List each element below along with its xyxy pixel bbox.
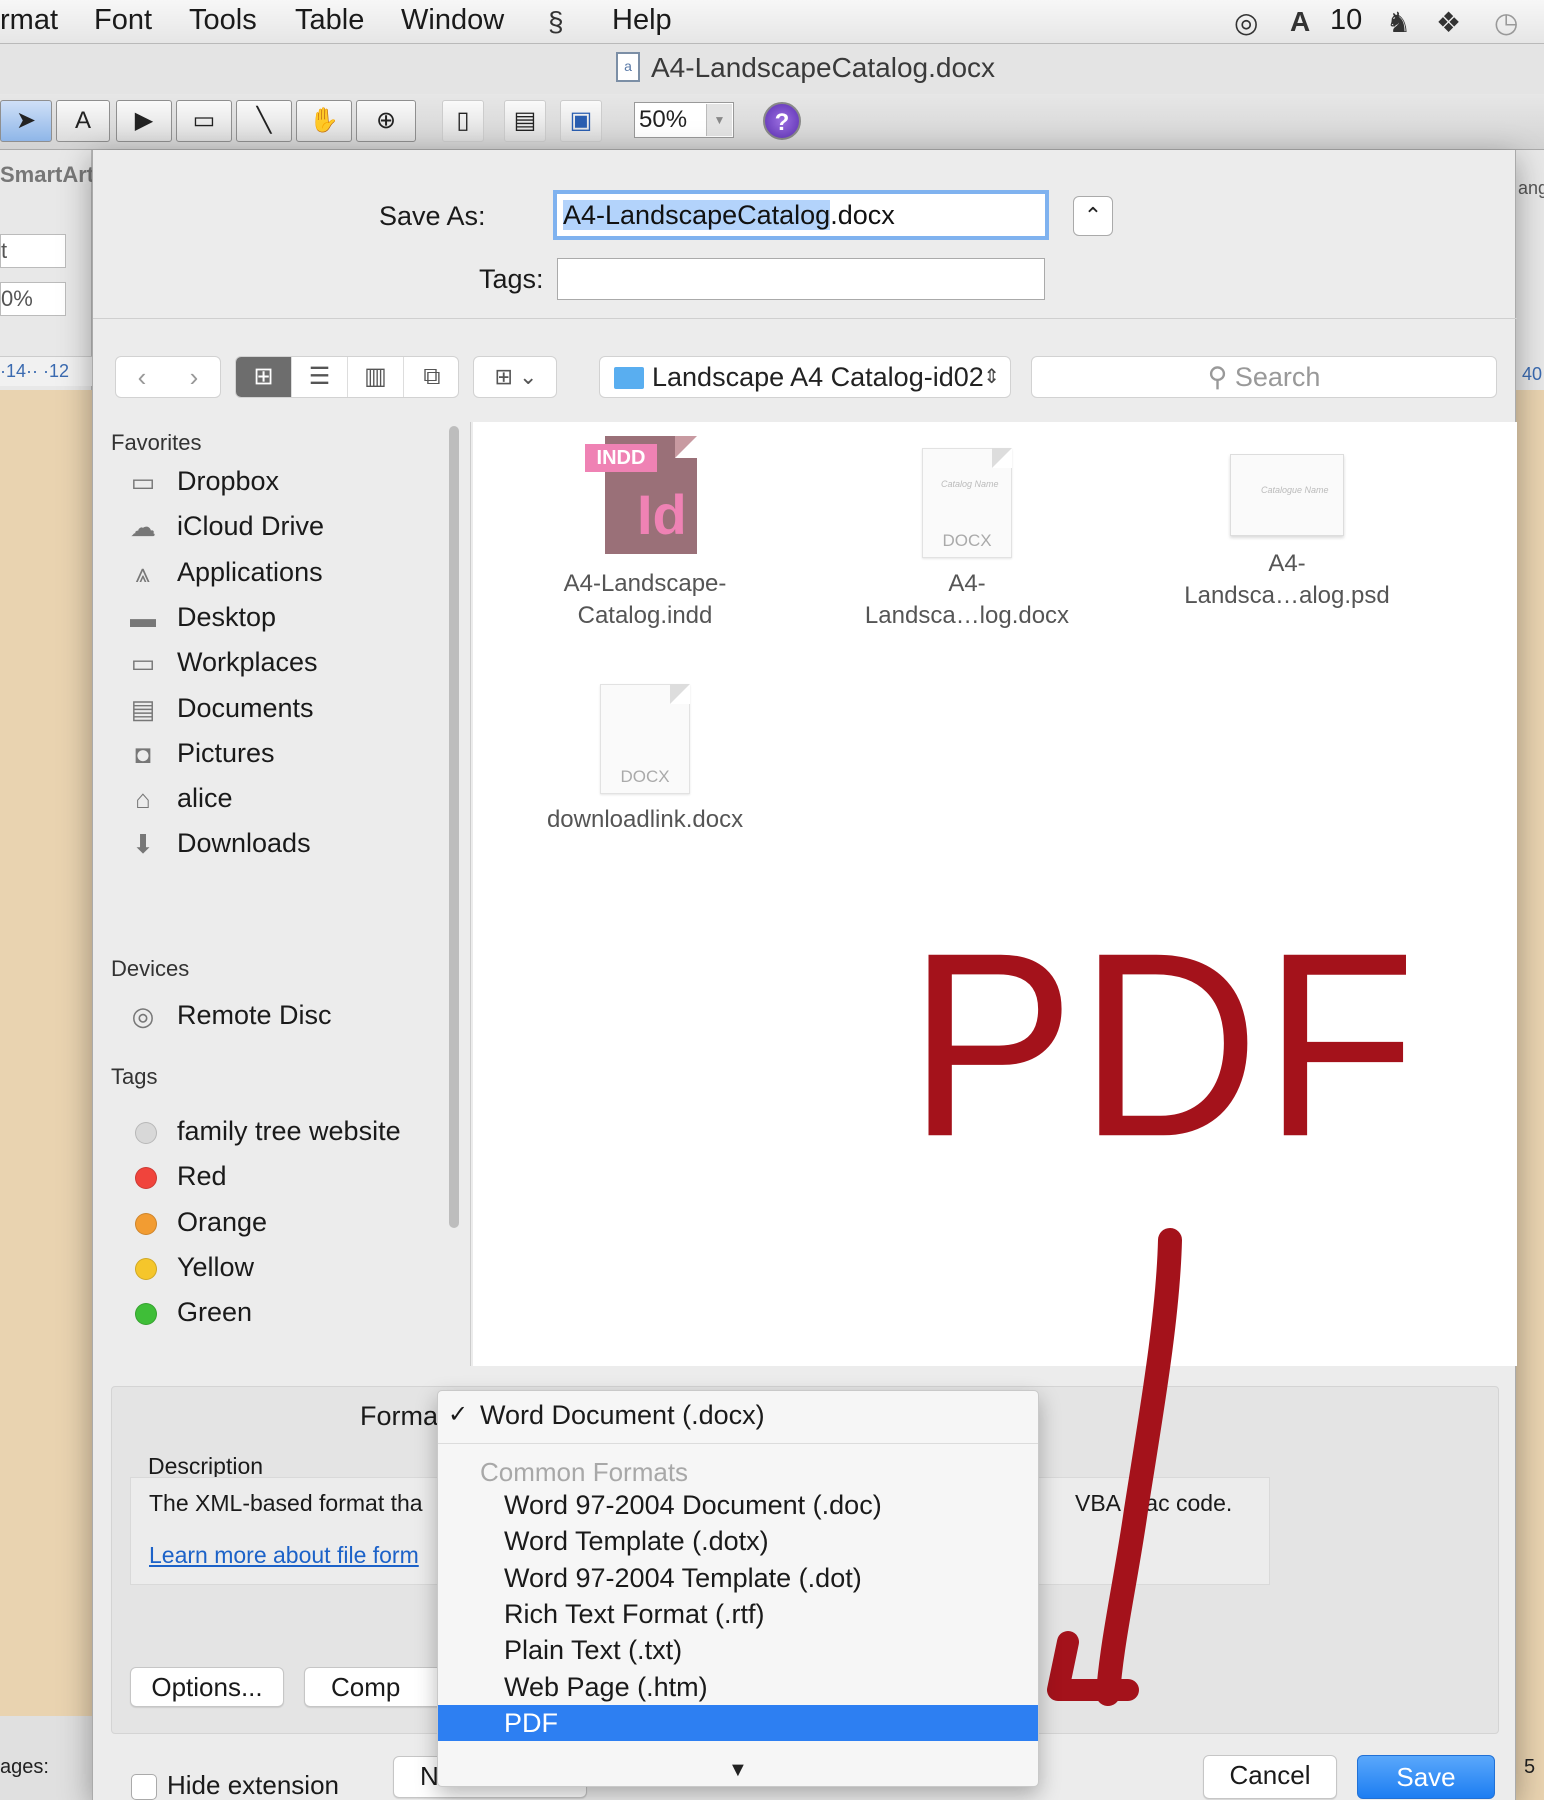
format-dropdown-menu: ✓ Word Document (.docx) Common Formats W… <box>437 1390 1039 1787</box>
scroll-down-arrow-icon[interactable]: ▼ <box>728 1759 748 1782</box>
menu-item-format[interactable]: PDF <box>438 1704 1038 1741</box>
menu-group-heading: Common Formats <box>480 1457 689 1487</box>
menu-item-format[interactable]: Rich Text Format (.rtf) <box>438 1596 1038 1632</box>
menu-item-format[interactable]: Plain Text (.txt) <box>438 1632 1038 1668</box>
menu-item-word-document[interactable]: ✓ Word Document (.docx) <box>438 1393 1038 1437</box>
menu-item-format[interactable]: Word 97-2004 Document (.doc) <box>438 1487 1038 1523</box>
menu-separator <box>438 1443 1038 1444</box>
checkmark-icon: ✓ <box>448 1401 469 1428</box>
menu-item-format[interactable]: Word Template (.dotx) <box>438 1523 1038 1559</box>
menu-item-format[interactable]: Web Page (.htm) <box>438 1669 1038 1705</box>
menu-item-format[interactable]: Word 97-2004 Template (.dot) <box>438 1560 1038 1596</box>
menu-item-label: Word Document (.docx) <box>480 1400 765 1430</box>
